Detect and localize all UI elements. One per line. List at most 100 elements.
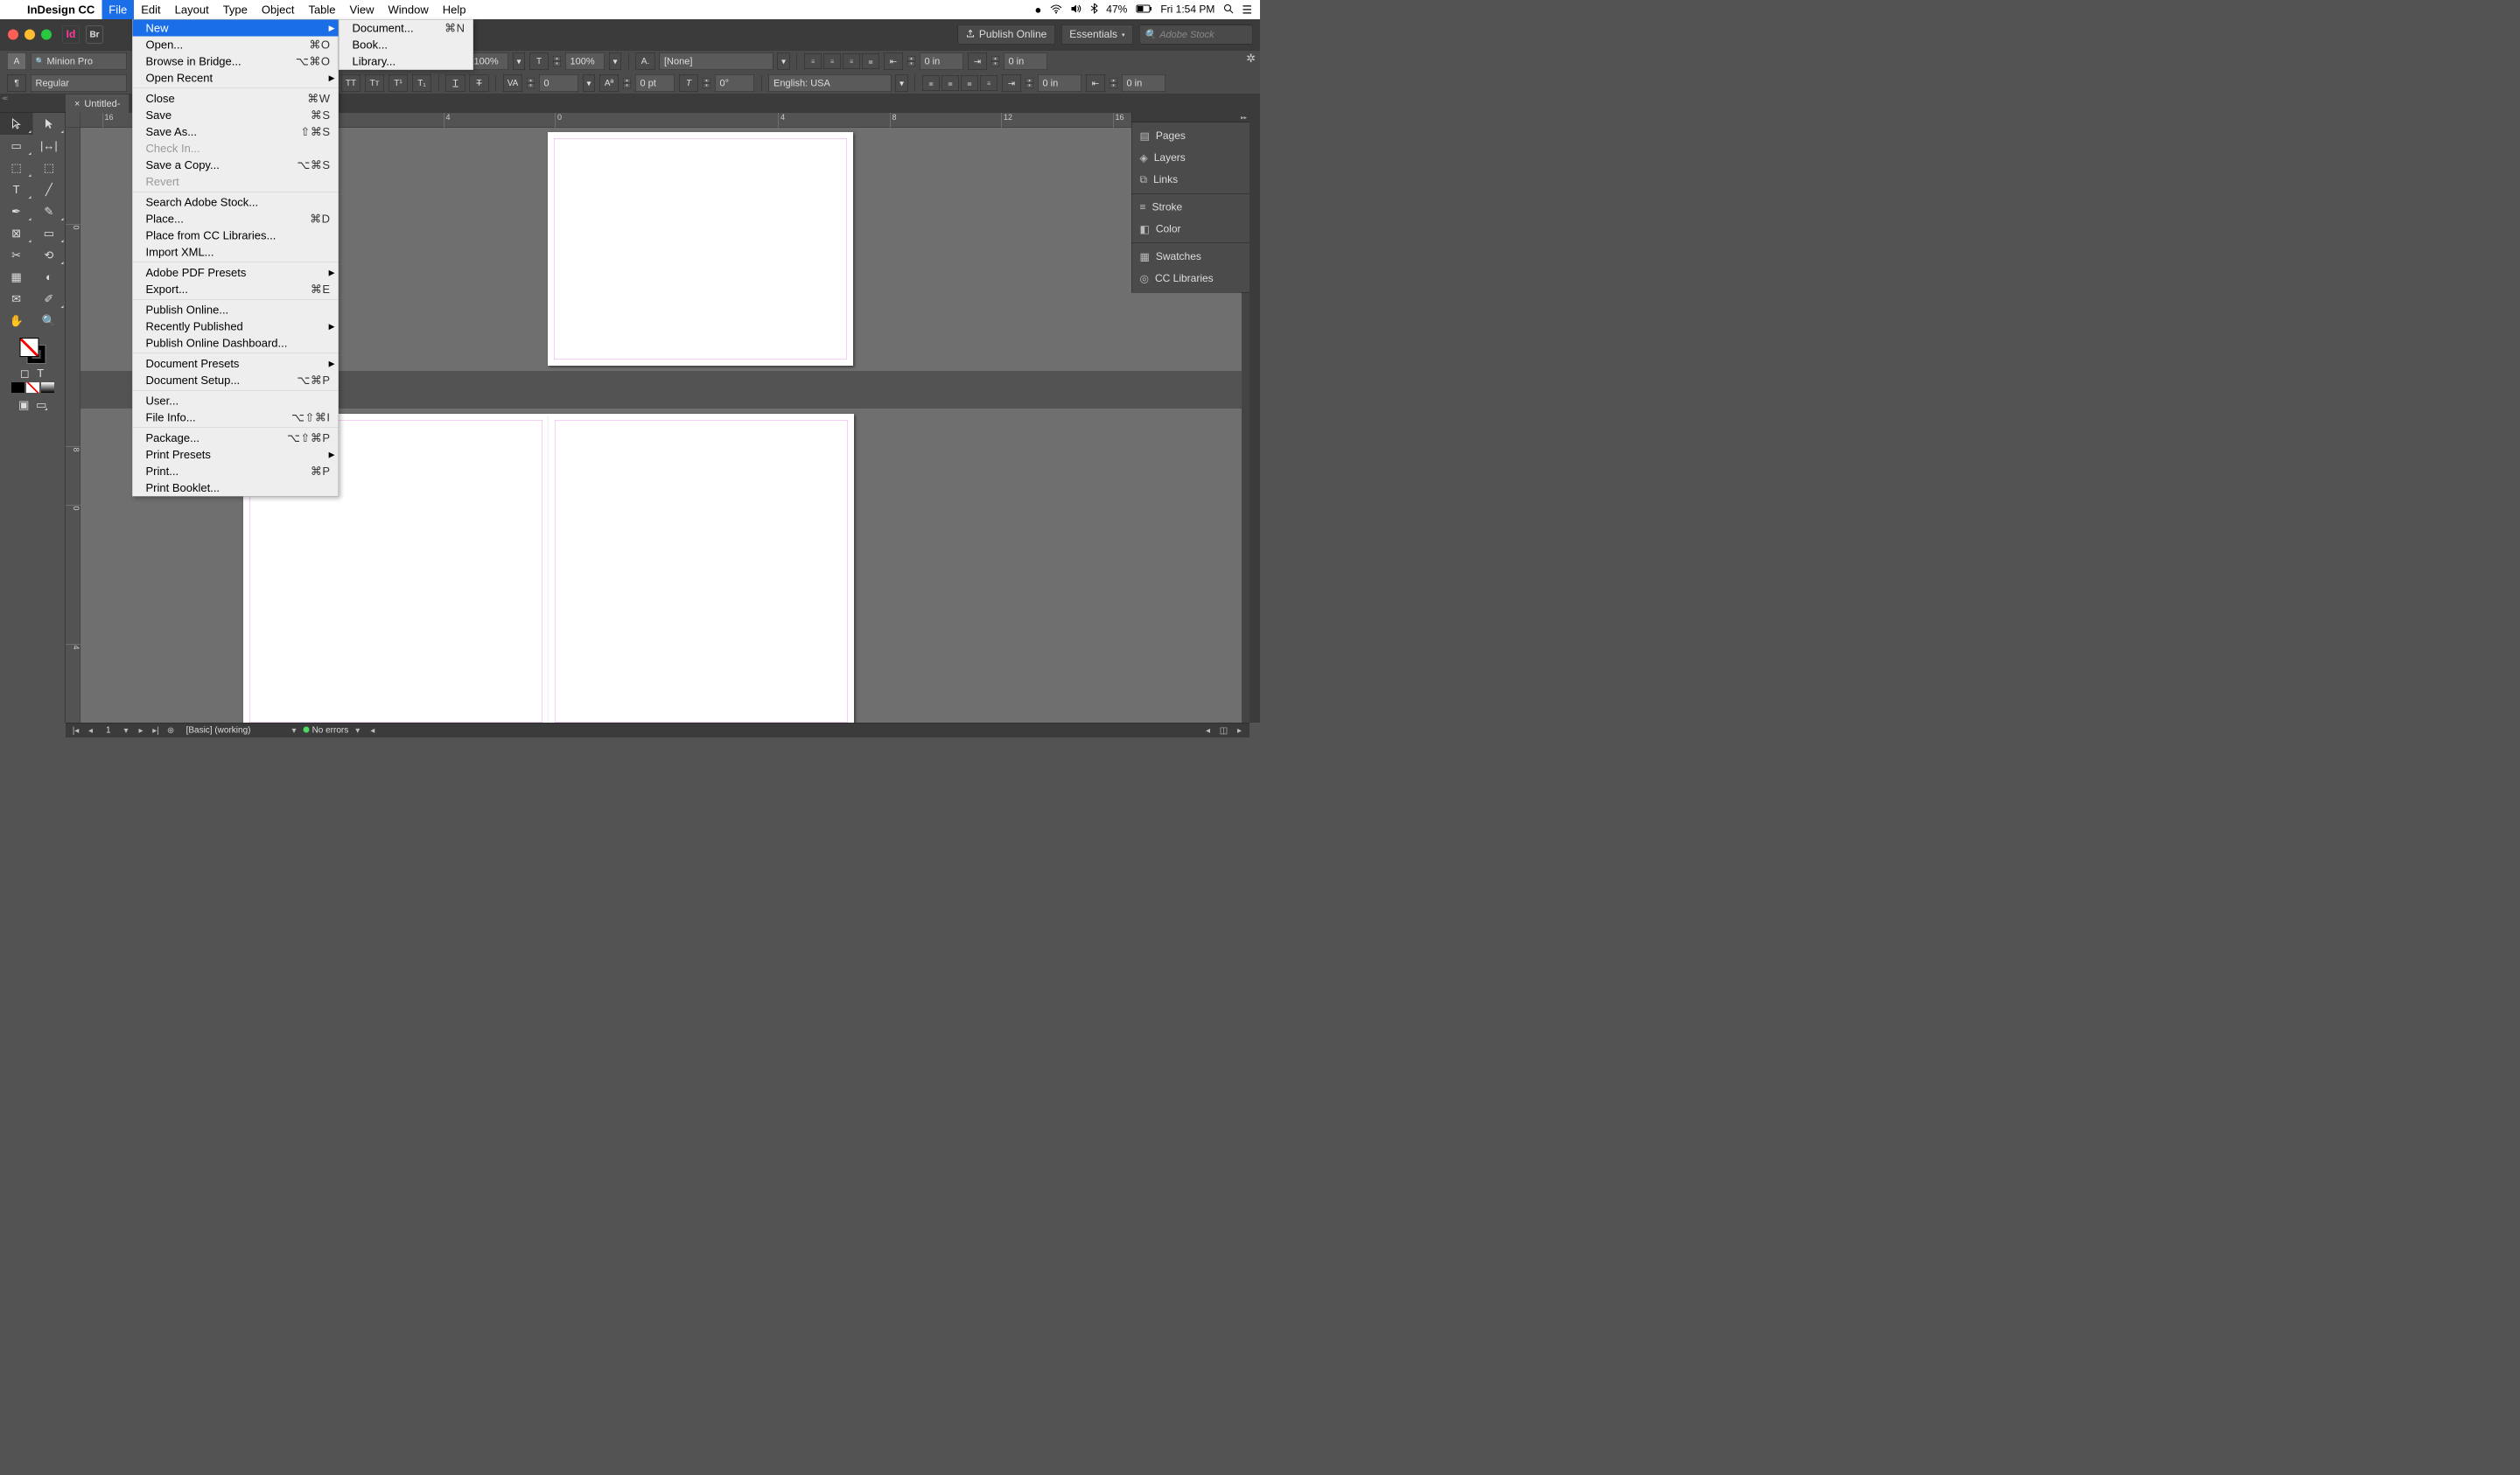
- char-style-arrow[interactable]: ▾: [778, 52, 790, 70]
- menu-item-user[interactable]: User...: [133, 393, 339, 409]
- indent-right-field[interactable]: 0 in: [1038, 74, 1082, 92]
- gap-tool[interactable]: |↔|: [32, 135, 65, 157]
- page-dropdown-button[interactable]: ▾: [121, 725, 132, 737]
- character-style-dropdown[interactable]: [None]: [660, 52, 774, 70]
- language-dropdown[interactable]: English: USA: [769, 74, 892, 92]
- scroll-right-button[interactable]: ▸: [1234, 725, 1245, 737]
- menu-item-export[interactable]: Export...⌘E: [133, 281, 339, 297]
- clock-text[interactable]: Fri 1:54 PM: [1160, 3, 1214, 16]
- menu-item-publish-online-dashboard[interactable]: Publish Online Dashboard...: [133, 335, 339, 352]
- menubar-file[interactable]: File: [102, 0, 134, 19]
- indent-left-field[interactable]: 0 in: [920, 52, 963, 70]
- first-line-indent-field[interactable]: 0 in: [1004, 52, 1047, 70]
- pen-tool[interactable]: ✒: [0, 200, 32, 222]
- next-page-button[interactable]: ▸: [136, 725, 147, 737]
- volume-icon[interactable]: [1070, 3, 1082, 17]
- menubar-object[interactable]: Object: [255, 0, 302, 19]
- rectangle-tool[interactable]: ▭: [32, 222, 65, 244]
- skew-field[interactable]: 0°: [715, 74, 754, 92]
- menu-item-save-a-copy[interactable]: Save a Copy...⌥⌘S: [133, 157, 339, 173]
- menubar-window[interactable]: Window: [381, 0, 435, 19]
- menubar-help[interactable]: Help: [436, 0, 473, 19]
- small-caps-button[interactable]: Tᴛ: [365, 74, 384, 92]
- menu-item-recently-published[interactable]: Recently Published▶: [133, 318, 339, 335]
- preset-arrow[interactable]: ▾: [289, 725, 300, 737]
- h-scale-dropdown[interactable]: ▾: [513, 52, 525, 70]
- menu-item-close[interactable]: Close⌘W: [133, 90, 339, 107]
- zoom-tool[interactable]: 🔍: [32, 310, 65, 332]
- bridge-launch-button[interactable]: Br: [86, 26, 103, 44]
- spotlight-icon[interactable]: [1223, 3, 1233, 17]
- panel-button-cc-libraries[interactable]: ◎CC Libraries: [1132, 268, 1250, 290]
- menubar-view[interactable]: View: [343, 0, 382, 19]
- preflight-arrow[interactable]: ▾: [352, 725, 363, 737]
- menu-item-place[interactable]: Place...⌘D: [133, 211, 339, 227]
- vertical-ruler[interactable]: 0804: [66, 128, 80, 723]
- align-left-button[interactable]: ≡: [804, 53, 822, 69]
- superscript-button[interactable]: T¹: [388, 74, 408, 92]
- menu-item-library[interactable]: Library...: [340, 53, 473, 70]
- workspace-switcher[interactable]: Essentials ▾: [1061, 24, 1133, 45]
- preflight-status[interactable]: No errors: [304, 725, 349, 736]
- preflight-profile-dropdown[interactable]: [Basic] (working): [180, 725, 285, 736]
- justify-center-button[interactable]: ≣: [922, 75, 940, 91]
- selection-tool[interactable]: [0, 113, 32, 135]
- menu-item-print-booklet[interactable]: Print Booklet...: [133, 479, 339, 496]
- line-tool[interactable]: ╱: [32, 178, 65, 200]
- apply-color-button[interactable]: [11, 382, 24, 393]
- align-spine-button[interactable]: ≡: [980, 75, 998, 91]
- scroll-left-button[interactable]: ◂: [1202, 725, 1214, 737]
- notification-center-icon[interactable]: ☰: [1242, 3, 1252, 17]
- window-minimize-button[interactable]: [24, 30, 35, 40]
- vertical-scale-field[interactable]: 100%: [565, 52, 605, 70]
- gradient-feather-tool[interactable]: ◐: [32, 266, 65, 288]
- document-tab[interactable]: × Untitled-: [66, 94, 130, 113]
- v-scale-stepper[interactable]: ▴▾: [553, 56, 561, 66]
- language-arrow[interactable]: ▾: [896, 74, 908, 92]
- preview-mode-button[interactable]: ▭: [34, 397, 49, 412]
- menu-item-place-from-cc-libraries[interactable]: Place from CC Libraries...: [133, 227, 339, 244]
- tracking-dropdown[interactable]: ▾: [583, 74, 595, 92]
- first-page-button[interactable]: |◂: [70, 725, 81, 737]
- dock-expand-button[interactable]: ▸▸: [1132, 113, 1250, 122]
- content-placer-tool[interactable]: ⬚: [32, 157, 65, 178]
- open-app-button[interactable]: ⊕: [165, 725, 177, 737]
- free-transform-tool[interactable]: ⟲: [32, 244, 65, 266]
- gradient-swatch-tool[interactable]: ▦: [0, 266, 32, 288]
- first-line-stepper[interactable]: ▴▾: [991, 56, 999, 66]
- tools-collapse-strip[interactable]: ≪: [0, 94, 66, 113]
- adobe-stock-search[interactable]: 🔍 Adobe Stock: [1139, 25, 1253, 45]
- last-line-indent-field[interactable]: 0 in: [1122, 74, 1166, 92]
- app-name-menu[interactable]: InDesign CC: [20, 3, 102, 17]
- window-close-button[interactable]: [8, 30, 18, 40]
- bluetooth-icon[interactable]: [1090, 3, 1097, 17]
- type-tool[interactable]: T: [0, 178, 32, 200]
- right-dock-strip[interactable]: [1250, 113, 1260, 723]
- ruler-origin[interactable]: [66, 113, 80, 128]
- battery-icon[interactable]: [1136, 3, 1152, 16]
- indent-right-stepper[interactable]: ▴▾: [1026, 78, 1033, 88]
- prev-page-button[interactable]: ◂: [85, 725, 96, 737]
- menu-item-search-adobe-stock[interactable]: Search Adobe Stock...: [133, 194, 339, 211]
- menu-item-save[interactable]: Save⌘S: [133, 107, 339, 123]
- menubar-type[interactable]: Type: [216, 0, 255, 19]
- panel-button-stroke[interactable]: ≡Stroke: [1132, 197, 1250, 219]
- window-zoom-button[interactable]: [41, 30, 52, 40]
- page-3[interactable]: [549, 414, 854, 723]
- menubar-layout[interactable]: Layout: [168, 0, 216, 19]
- menu-item-document-setup[interactable]: Document Setup...⌥⌘P: [133, 372, 339, 388]
- menu-item-document-presets[interactable]: Document Presets▶: [133, 355, 339, 372]
- menu-item-adobe-pdf-presets[interactable]: Adobe PDF Presets▶: [133, 264, 339, 281]
- baseline-stepper[interactable]: ▴▾: [623, 78, 631, 88]
- menu-item-open-recent[interactable]: Open Recent▶: [133, 70, 339, 87]
- justify-right-button[interactable]: ≣: [942, 75, 959, 91]
- view-split-button[interactable]: ◫: [1218, 725, 1229, 737]
- skew-stepper[interactable]: ▴▾: [703, 78, 710, 88]
- formatting-text-button[interactable]: T: [34, 367, 47, 380]
- horizontal-scale-field[interactable]: 100%: [469, 52, 508, 70]
- strikethrough-button[interactable]: T: [470, 74, 489, 92]
- normal-view-mode-button[interactable]: ▣: [17, 397, 32, 412]
- note-tool[interactable]: ✉: [0, 288, 32, 310]
- font-family-field[interactable]: 🔍Minion Pro: [31, 52, 127, 70]
- tab-close-icon[interactable]: ×: [74, 98, 80, 109]
